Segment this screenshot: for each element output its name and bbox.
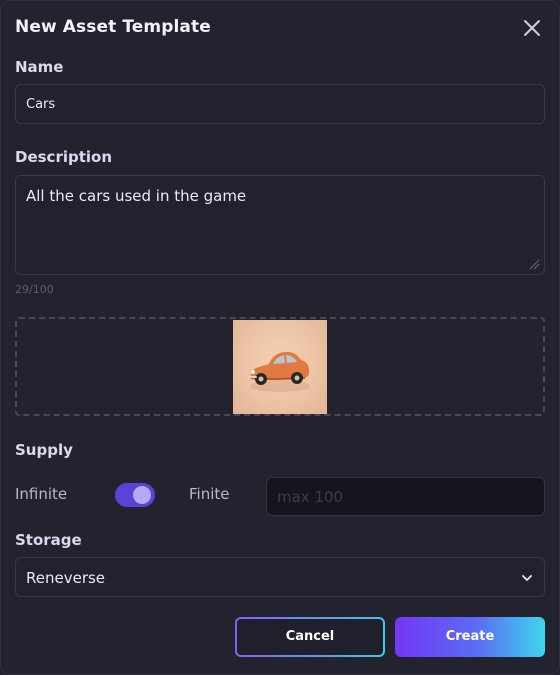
name-label: Name	[15, 58, 64, 76]
chevron-down-icon	[522, 575, 532, 581]
supply-toggle-knob	[133, 486, 151, 504]
car-image-thumbnail[interactable]	[233, 320, 327, 414]
supply-toggle[interactable]	[115, 483, 155, 507]
resize-grip-icon[interactable]	[528, 258, 540, 270]
storage-label: Storage	[15, 531, 82, 549]
cancel-button[interactable]: Cancel	[235, 617, 385, 657]
car-image-icon	[247, 351, 310, 392]
name-input[interactable]	[15, 84, 545, 124]
supply-finite-label: Finite	[189, 485, 230, 503]
description-textarea[interactable]: All the cars used in the game	[15, 175, 545, 275]
storage-selected-value: Reneverse	[26, 569, 106, 587]
description-label: Description	[15, 148, 113, 166]
new-asset-template-dialog: New Asset Template Name Description All …	[0, 0, 560, 675]
dialog-title: New Asset Template	[15, 17, 211, 37]
supply-label: Supply	[15, 441, 73, 459]
description-char-counter: 29/100	[15, 283, 54, 296]
supply-infinite-label: Infinite	[15, 485, 68, 503]
storage-select[interactable]: Reneverse	[15, 557, 545, 597]
max-supply-input[interactable]	[266, 477, 545, 516]
create-button[interactable]: Create	[395, 617, 545, 657]
close-icon[interactable]	[521, 17, 543, 39]
